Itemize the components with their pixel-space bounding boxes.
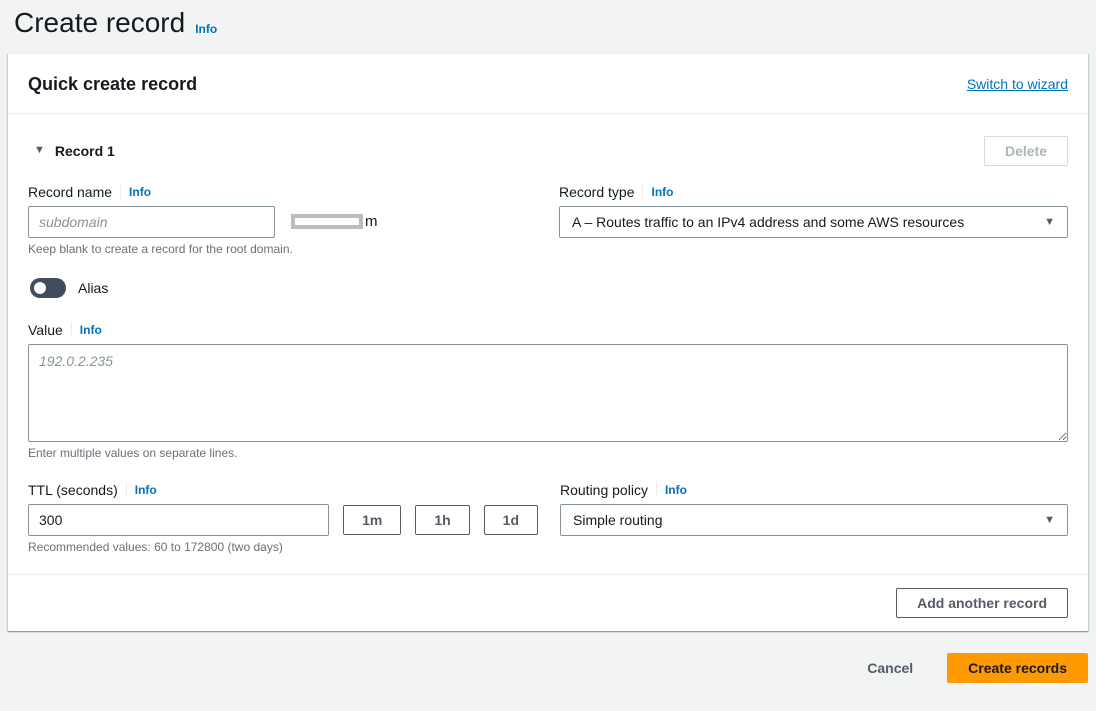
routing-policy-value: Simple routing (573, 511, 663, 528)
panel-body: ▼ Record 1 Delete Record name Info m Kee… (8, 114, 1088, 574)
chevron-down-icon: ▼ (1044, 513, 1055, 526)
panel-title: Quick create record (28, 73, 198, 94)
ttl-1h-button[interactable]: 1h (415, 504, 470, 535)
panel-header: Quick create record Switch to wizard (8, 54, 1088, 114)
alias-label: Alias (78, 279, 109, 296)
domain-suffix-text: m (365, 213, 378, 231)
label-separator (642, 184, 644, 200)
panel-footer: Add another record (8, 573, 1088, 631)
value-helper: Enter multiple values on separate lines. (28, 445, 238, 460)
ttl-helper: Recommended values: 60 to 172800 (two da… (28, 539, 283, 554)
cancel-button[interactable]: Cancel (861, 659, 919, 677)
ttl-1d-button[interactable]: 1d (483, 504, 538, 535)
page-title: Create record (14, 7, 186, 38)
label-separator (120, 184, 122, 200)
page-header: Create record Info (0, 0, 1096, 53)
record-expander[interactable]: ▼ Record 1 (34, 143, 115, 159)
redacted-domain-name (291, 214, 363, 230)
alias-row: Alias (30, 277, 1068, 298)
label-separator (655, 482, 657, 498)
record-type-label: Record type (559, 183, 635, 200)
record-name-info-link[interactable]: Info (129, 185, 151, 199)
record-type-value: A – Routes traffic to an IPv4 address an… (572, 213, 965, 230)
page-title-info-link[interactable]: Info (195, 22, 217, 36)
record-header: ▼ Record 1 Delete (28, 135, 1068, 166)
record-type-info-link[interactable]: Info (651, 185, 673, 199)
ttl-input[interactable] (28, 503, 330, 536)
value-field-group: Value Info Enter multiple values on sepa… (28, 322, 1068, 460)
add-another-record-button[interactable]: Add another record (896, 587, 1068, 618)
routing-policy-info-link[interactable]: Info (665, 483, 687, 497)
record-name-helper: Keep blank to create a record for the ro… (28, 241, 293, 256)
routing-policy-label: Routing policy (560, 481, 648, 498)
routing-policy-select[interactable]: Simple routing ▼ (560, 503, 1068, 536)
label-separator (70, 322, 72, 338)
label-separator (125, 482, 127, 498)
record-title: Record 1 (54, 142, 115, 159)
switch-to-wizard-link[interactable]: Switch to wizard (967, 76, 1068, 92)
create-records-button[interactable]: Create records (947, 652, 1088, 683)
ttl-field-group: TTL (seconds) Info 1m 1h 1d Recommended … (28, 482, 538, 554)
collapse-caret-icon[interactable]: ▼ (34, 145, 45, 156)
delete-record-button[interactable]: Delete (983, 135, 1068, 166)
ttl-routing-row: TTL (seconds) Info 1m 1h 1d Recommended … (28, 482, 1068, 554)
record-name-input[interactable] (28, 205, 275, 238)
page-actions: Cancel Create records (0, 652, 1088, 683)
value-label: Value (28, 321, 63, 338)
record-name-field-group: Record name Info m Keep blank to create … (28, 184, 537, 256)
routing-policy-field-group: Routing policy Info Simple routing ▼ (560, 482, 1068, 554)
value-info-link[interactable]: Info (80, 323, 102, 337)
record-type-select[interactable]: A – Routes traffic to an IPv4 address an… (559, 205, 1068, 238)
ttl-label: TTL (seconds) (28, 481, 118, 498)
chevron-down-icon: ▼ (1044, 215, 1055, 228)
quick-create-record-panel: Quick create record Switch to wizard ▼ R… (8, 52, 1088, 631)
ttl-info-link[interactable]: Info (135, 483, 157, 497)
ttl-1m-button[interactable]: 1m (343, 504, 402, 535)
name-type-row: Record name Info m Keep blank to create … (28, 184, 1068, 256)
alias-toggle[interactable] (30, 277, 66, 298)
value-textarea[interactable] (28, 343, 1068, 442)
record-type-field-group: Record type Info A – Routes traffic to a… (559, 184, 1068, 256)
toggle-knob (34, 281, 46, 294)
record-name-label: Record name (28, 183, 113, 200)
